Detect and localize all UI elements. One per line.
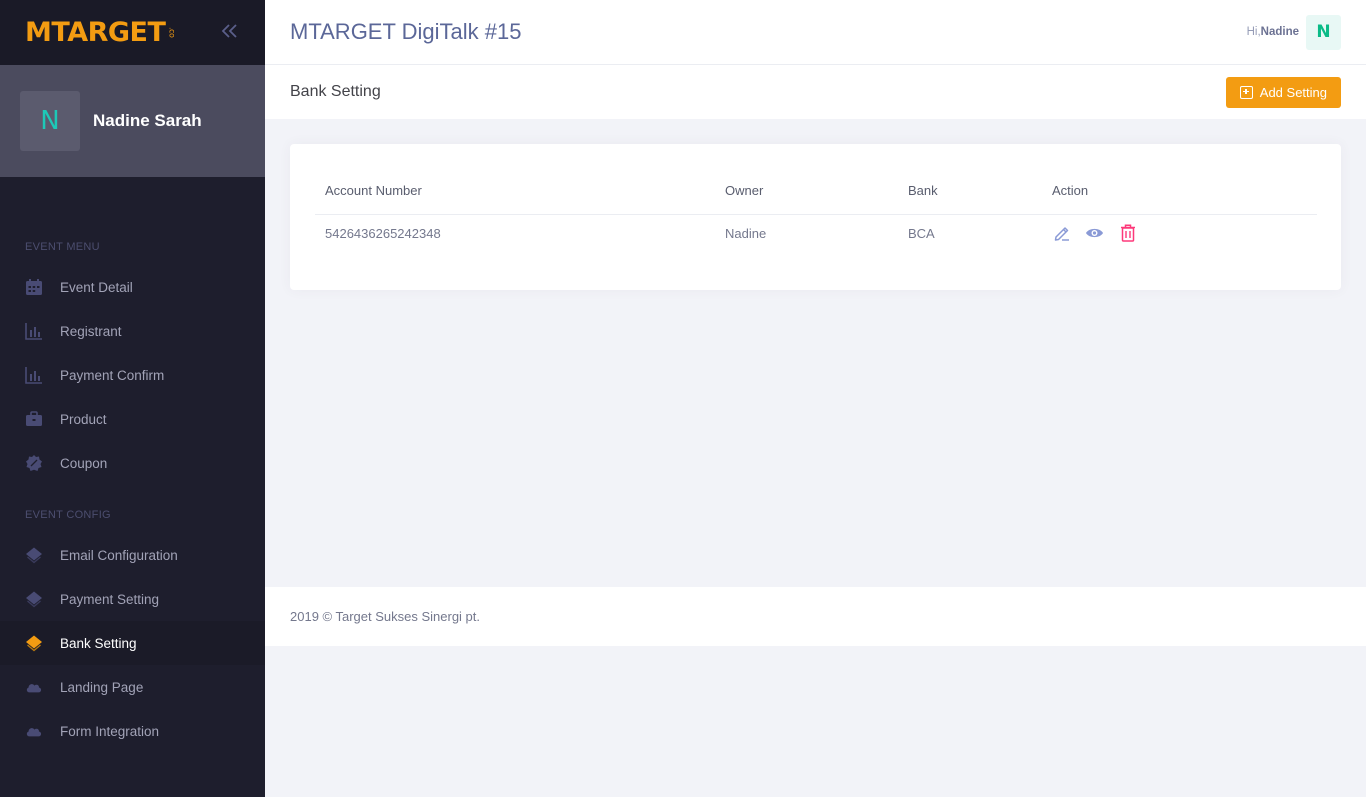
subheader-title: Bank Setting [290, 83, 381, 100]
header-avatar[interactable]: N [1306, 14, 1341, 50]
section-title-event-config: EVENT CONFIG [25, 509, 111, 521]
view-eye-icon[interactable] [1085, 224, 1104, 243]
user-greeting[interactable]: Hi, Nadine N [1246, 14, 1341, 50]
cell-account-number: 5426436265242348 [325, 225, 441, 241]
page-title: MTARGET DigiTalk #15 [290, 19, 522, 44]
sidebar-item-label: Form Integration [60, 723, 160, 739]
table-header-row: Account Number Owner Bank Action [315, 168, 1317, 215]
trash-icon[interactable] [1118, 224, 1137, 243]
sidebar-item-email-configuration[interactable]: Email Configuration [0, 533, 265, 577]
edit-icon[interactable] [1052, 224, 1071, 243]
add-setting-button[interactable]: Add Setting [1225, 76, 1341, 108]
sidebar-item-label: Event Detail [60, 279, 133, 295]
sidebar-item-label: Payment Setting [60, 591, 160, 607]
user-profile-box: N Nadine Sarah [0, 65, 265, 177]
briefcase-icon [25, 410, 43, 428]
sidebar-item-payment-confirm[interactable]: Payment Confirm [0, 353, 265, 397]
user-avatar[interactable]: N [20, 91, 80, 151]
column-header-owner: Owner [715, 168, 898, 215]
column-header-account-number: Account Number [315, 168, 715, 215]
sidebar-item-payment-setting[interactable]: Payment Setting [0, 577, 265, 621]
sidebar-item-product[interactable]: Product [0, 397, 265, 441]
sidebar-item-form-integration[interactable]: Form Integration [0, 709, 265, 753]
greeting-text: Hi, [1246, 26, 1261, 38]
calendar-icon [25, 278, 43, 296]
brand-bar: MTARGET .co [0, 0, 265, 65]
table-row: 5426436265242348 Nadine BCA [315, 214, 1317, 252]
badge-icon [25, 454, 43, 472]
sidebar-item-coupon[interactable]: Coupon [0, 441, 265, 485]
greeting-user-name: Nadine [1260, 26, 1299, 38]
bank-table: Account Number Owner Bank Action 5426436… [315, 168, 1317, 252]
sidebar-item-registrant[interactable]: Registrant [0, 309, 265, 353]
user-name: Nadine Sarah [93, 111, 202, 130]
cloud-icon [25, 678, 43, 696]
sidebar-item-label: Payment Confirm [60, 367, 165, 383]
layers-icon [25, 546, 43, 564]
column-header-bank: Bank [898, 168, 1042, 215]
subheader: Bank Setting Add Setting [265, 65, 1366, 119]
section-title-event-menu: EVENT MENU [25, 241, 100, 253]
bar-chart-icon [25, 366, 43, 384]
footer: 2019 © Target Sukses Sinergi pt. [265, 587, 1366, 646]
sidebar-item-label: Registrant [60, 323, 122, 339]
cell-actions [1042, 214, 1317, 252]
sidebar-item-label: Bank Setting [60, 635, 137, 651]
top-header: MTARGET DigiTalk #15 Hi, Nadine N [265, 0, 1366, 65]
logo-suffix: .co [167, 27, 177, 38]
layers-icon [25, 634, 43, 652]
chevron-double-left-icon[interactable] [220, 20, 240, 45]
logo-text: MTARGET [25, 17, 166, 48]
cloud-icon [25, 722, 43, 740]
sidebar-item-label: Product [60, 411, 107, 427]
cell-owner: Nadine [725, 225, 767, 241]
sidebar-item-bank-setting[interactable]: Bank Setting [0, 621, 265, 665]
sidebar: MTARGET .co N Nadine Sarah EVENT MENU Ev… [0, 0, 265, 797]
sidebar-item-label: Coupon [60, 455, 108, 471]
sidebar-item-label: Email Configuration [60, 547, 178, 563]
bar-chart-icon [25, 322, 43, 340]
add-setting-label: Add Setting [1259, 84, 1327, 100]
footer-copyright: 2019 © Target Sukses Sinergi pt. [290, 609, 481, 624]
bank-setting-card: Account Number Owner Bank Action 5426436… [290, 144, 1341, 290]
mtarget-logo[interactable]: MTARGET .co [25, 17, 176, 48]
sidebar-item-landing-page[interactable]: Landing Page [0, 665, 265, 709]
sidebar-item-event-detail[interactable]: Event Detail [0, 265, 265, 309]
sidebar-item-label: Landing Page [60, 679, 144, 695]
plus-square-icon [1239, 85, 1253, 99]
column-header-action: Action [1042, 168, 1317, 215]
layers-icon [25, 590, 43, 608]
cell-bank: BCA [908, 225, 935, 241]
